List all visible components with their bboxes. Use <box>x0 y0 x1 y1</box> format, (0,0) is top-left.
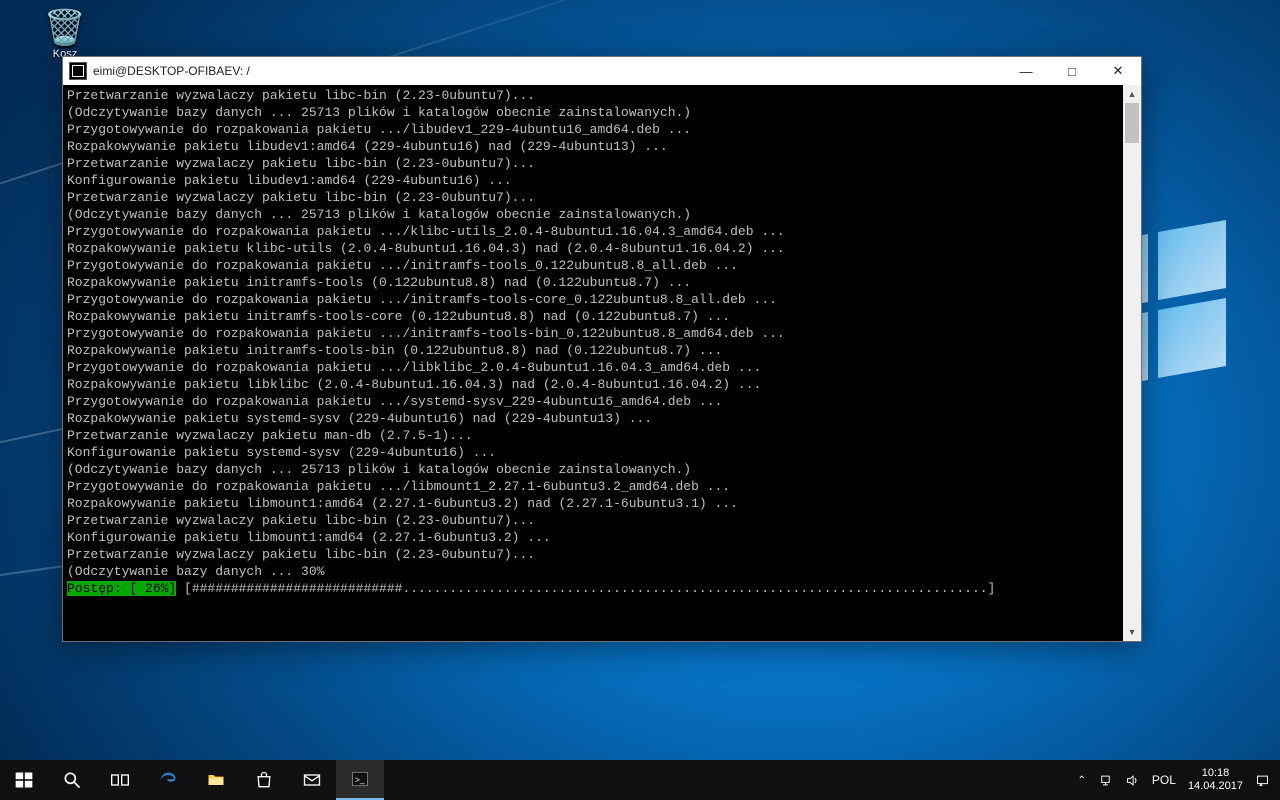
window-title: eimi@DESKTOP-OFIBAEV: / <box>93 64 250 78</box>
action-center-icon[interactable] <box>1255 773 1270 788</box>
task-view-icon <box>110 770 130 790</box>
tray-chevron-icon[interactable]: ⌃ <box>1078 775 1086 786</box>
task-view-button[interactable] <box>96 760 144 800</box>
taskbar[interactable]: >_ ⌃ POL 10:18 14.04.2017 <box>0 760 1280 800</box>
minimize-button[interactable]: — <box>1003 57 1049 85</box>
svg-text:>_: >_ <box>355 774 365 784</box>
terminal-window[interactable]: eimi@DESKTOP-OFIBAEV: / — □ ✕ Przetwarza… <box>62 56 1142 642</box>
windows-icon <box>14 770 34 790</box>
network-icon[interactable] <box>1098 773 1113 788</box>
clock[interactable]: 10:18 14.04.2017 <box>1188 767 1243 793</box>
recycle-bin-icon[interactable]: 🗑️ Kosz <box>30 8 100 60</box>
terminal-viewport[interactable]: Przetwarzanie wyzwalaczy pakietu libc-bi… <box>63 85 1141 641</box>
scrollbar-down[interactable]: ▼ <box>1123 623 1141 641</box>
language-indicator[interactable]: POL <box>1152 773 1176 787</box>
terminal-output: Przetwarzanie wyzwalaczy pakietu libc-bi… <box>63 85 1123 641</box>
store-icon <box>254 770 274 790</box>
mail-icon <box>302 770 322 790</box>
store-button[interactable] <box>240 760 288 800</box>
trash-icon: 🗑️ <box>30 8 100 48</box>
desktop[interactable]: 🗑️ Kosz eimi@DESKTOP-OFIBAEV: / — □ ✕ Pr… <box>0 0 1280 800</box>
scrollbar-track[interactable] <box>1123 103 1141 623</box>
search-button[interactable] <box>48 760 96 800</box>
scrollbar-up[interactable]: ▲ <box>1123 85 1141 103</box>
edge-icon <box>158 770 178 790</box>
clock-time: 10:18 <box>1188 767 1243 780</box>
search-icon <box>62 770 82 790</box>
system-tray[interactable]: ⌃ POL 10:18 14.04.2017 <box>1068 760 1280 800</box>
scrollbar-thumb[interactable] <box>1125 103 1139 143</box>
scrollbar[interactable]: ▲ ▼ <box>1123 85 1141 641</box>
mail-button[interactable] <box>288 760 336 800</box>
terminal-icon: >_ <box>350 769 370 789</box>
maximize-button[interactable]: □ <box>1049 57 1095 85</box>
terminal-app-icon <box>69 62 87 80</box>
file-explorer-button[interactable] <box>192 760 240 800</box>
clock-date: 14.04.2017 <box>1188 780 1243 793</box>
edge-button[interactable] <box>144 760 192 800</box>
volume-icon[interactable] <box>1125 773 1140 788</box>
terminal-taskbar-button[interactable]: >_ <box>336 760 384 800</box>
window-titlebar[interactable]: eimi@DESKTOP-OFIBAEV: / — □ ✕ <box>63 57 1141 86</box>
folder-icon <box>206 770 226 790</box>
close-button[interactable]: ✕ <box>1095 57 1141 85</box>
start-button[interactable] <box>0 760 48 800</box>
